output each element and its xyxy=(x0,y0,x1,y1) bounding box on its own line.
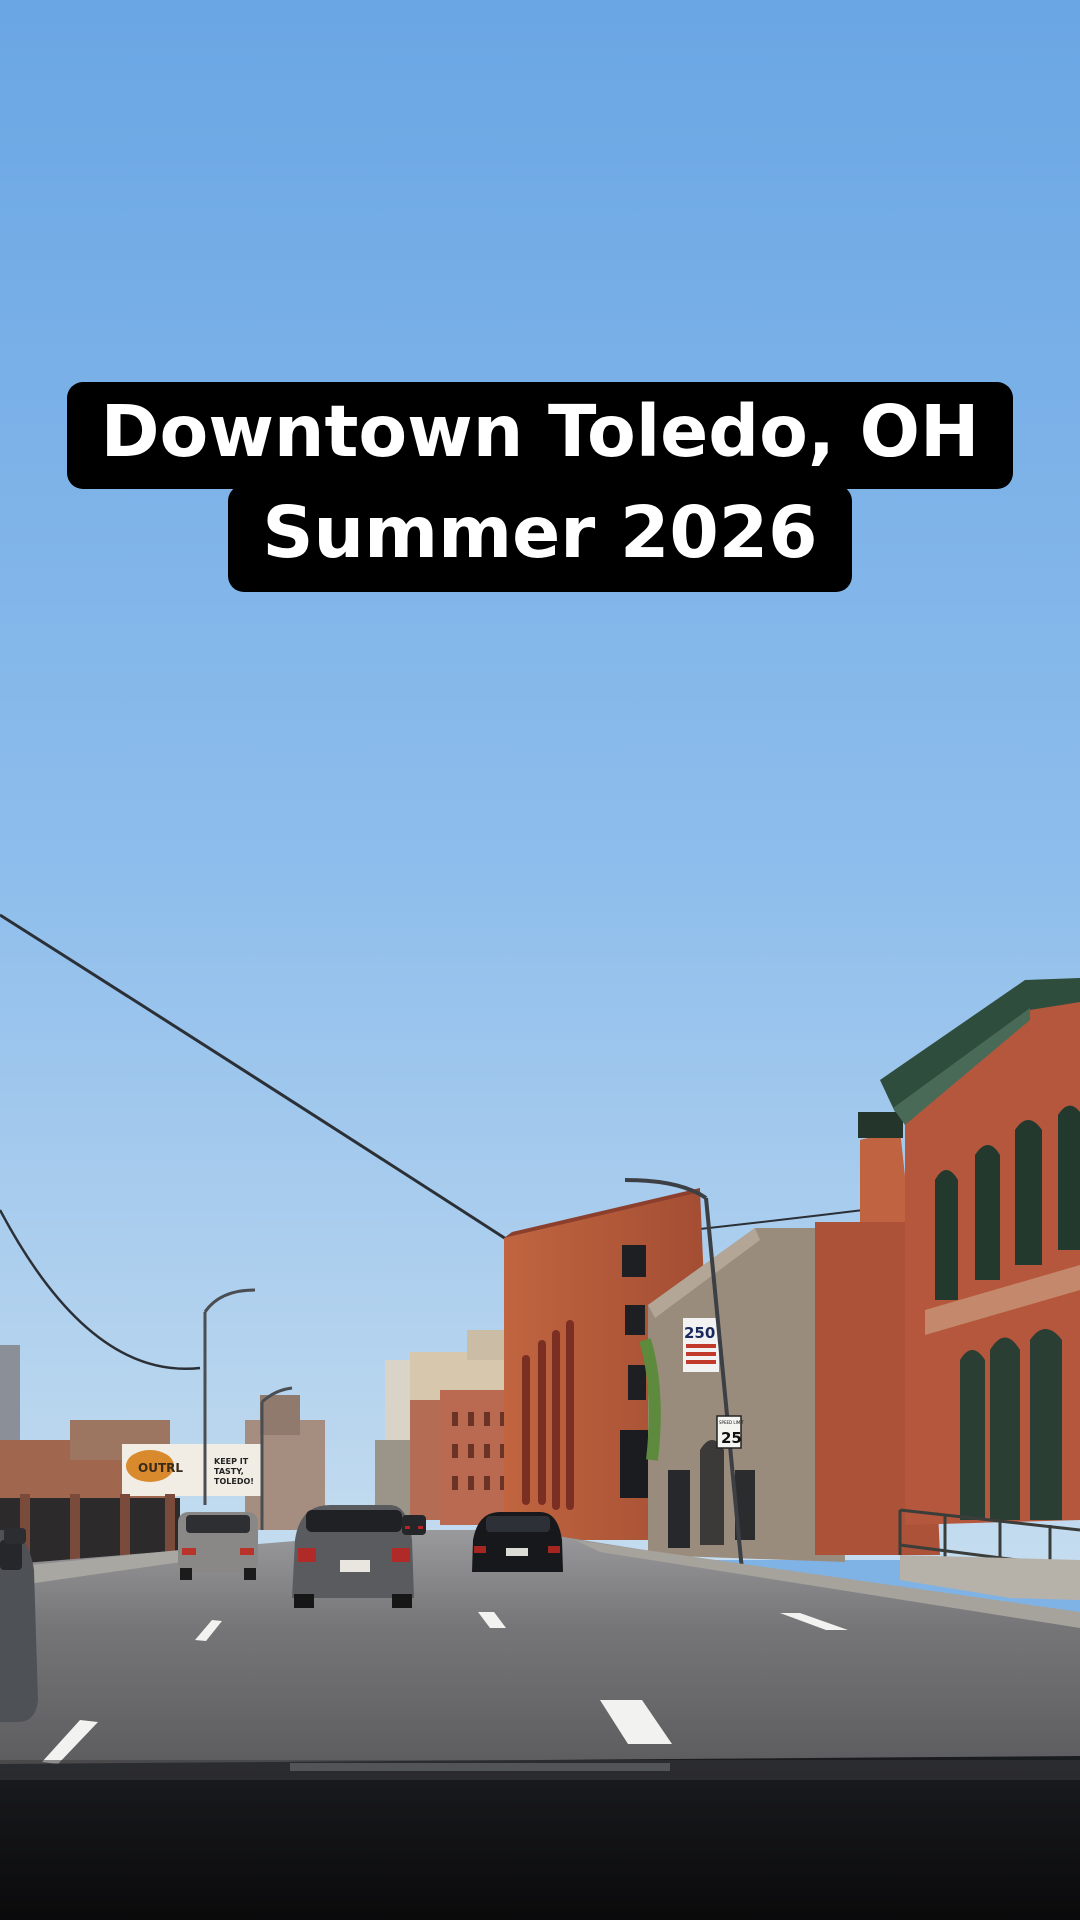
car-silver xyxy=(178,1512,258,1580)
street-photo: OUTRL KEEP IT TASTY, TOLEDO! 250 SPEED L… xyxy=(0,0,1080,1920)
svg-text:TASTY,: TASTY, xyxy=(214,1467,244,1476)
svg-text:TOLEDO!: TOLEDO! xyxy=(214,1477,254,1486)
distant-tower xyxy=(0,1345,20,1455)
svg-text:SPEED LIMIT: SPEED LIMIT xyxy=(719,1420,744,1425)
car-black xyxy=(472,1512,563,1572)
car-grey-sedan xyxy=(292,1505,414,1608)
svg-text:KEEP IT: KEEP IT xyxy=(214,1457,249,1466)
caption-line-season: Summer 2026 xyxy=(228,485,852,592)
caption-line-location: Downtown Toledo, OH xyxy=(66,382,1014,489)
dashboard xyxy=(0,1756,1080,1920)
250-banner: 250 xyxy=(683,1318,719,1372)
distant-building xyxy=(260,1395,300,1435)
speed-limit-sign: SPEED LIMIT 25 xyxy=(716,1415,744,1449)
banner-number: 250 xyxy=(684,1324,715,1342)
video-frame: OUTRL KEEP IT TASTY, TOLEDO! 250 SPEED L… xyxy=(0,0,1080,1920)
speed-limit-value: 25 xyxy=(721,1429,742,1447)
caption-overlay: Downtown Toledo, OH Summer 2026 xyxy=(0,382,1080,592)
car-distant xyxy=(402,1515,426,1535)
billboard: OUTRL KEEP IT TASTY, TOLEDO! xyxy=(122,1444,262,1496)
ornate-brick-building xyxy=(880,978,1080,1600)
distant-highrise xyxy=(467,1330,507,1360)
svg-text:OUTRL: OUTRL xyxy=(138,1461,183,1475)
